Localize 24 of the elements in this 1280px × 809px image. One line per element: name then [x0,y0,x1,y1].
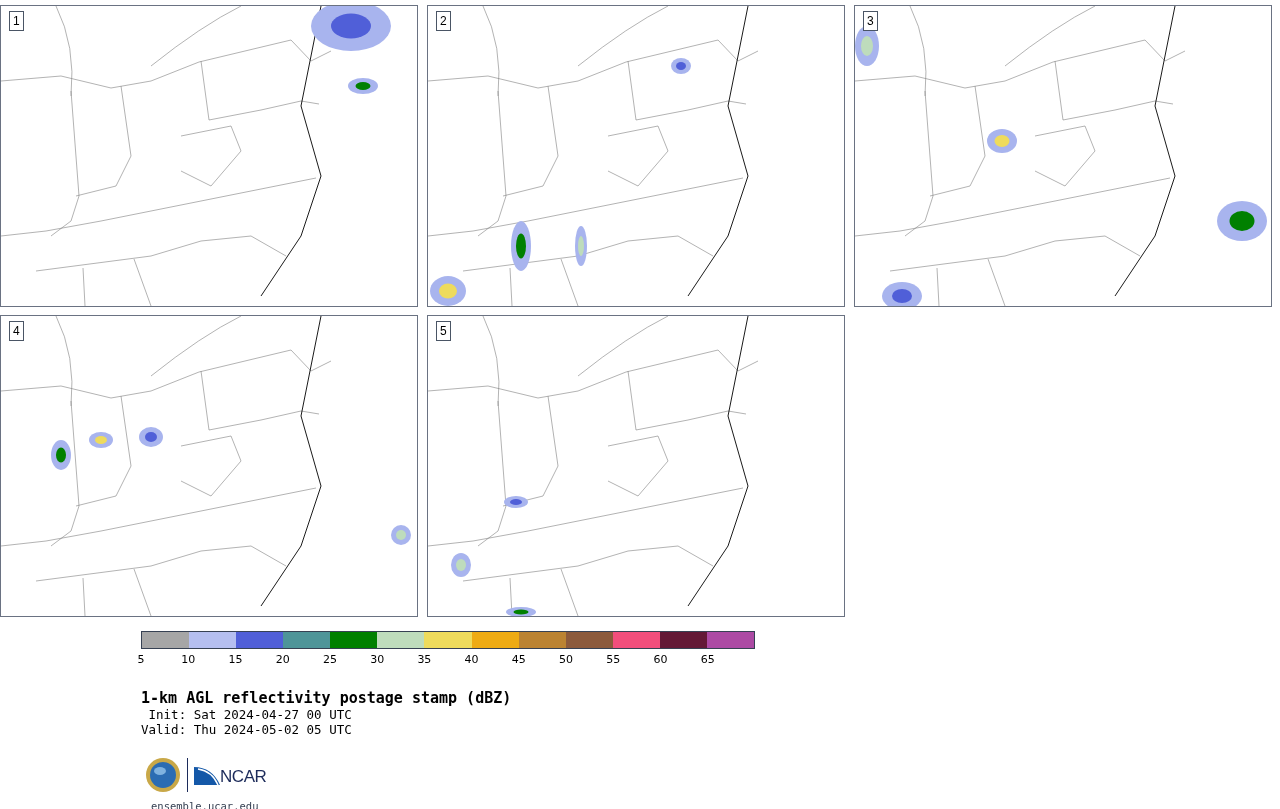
ncar-logo-icon [194,765,220,785]
tick-label: 50 [559,653,574,666]
tick-label: 15 [228,653,243,666]
tick-label: 25 [322,653,337,666]
panel-number: 5 [436,321,451,341]
seal-icon [145,757,181,793]
tick-label: 40 [464,653,479,666]
chart-title: 1-km AGL reflectivity postage stamp (dBZ) [141,689,513,707]
tick-label: 35 [417,653,432,666]
valid-time: Valid: Thu 2024-05-02 05 UTC [141,722,352,737]
ncar-logo-text: NCAR [220,766,267,789]
tick-label: 45 [511,653,526,666]
tick-label: 65 [700,653,715,666]
init-time: Init: Sat 2024-04-27 00 UTC [147,707,352,722]
tick-label: 60 [653,653,668,666]
tick-label: 5 [137,653,145,666]
panel-number: 4 [9,321,24,341]
tick-label: 30 [370,653,385,666]
tick-label: 55 [606,653,621,666]
panel-number: 2 [436,11,451,31]
tick-label: 20 [275,653,290,666]
tick-label: 10 [181,653,196,666]
panel-number: 1 [9,11,24,31]
panel-number: 3 [863,11,878,31]
